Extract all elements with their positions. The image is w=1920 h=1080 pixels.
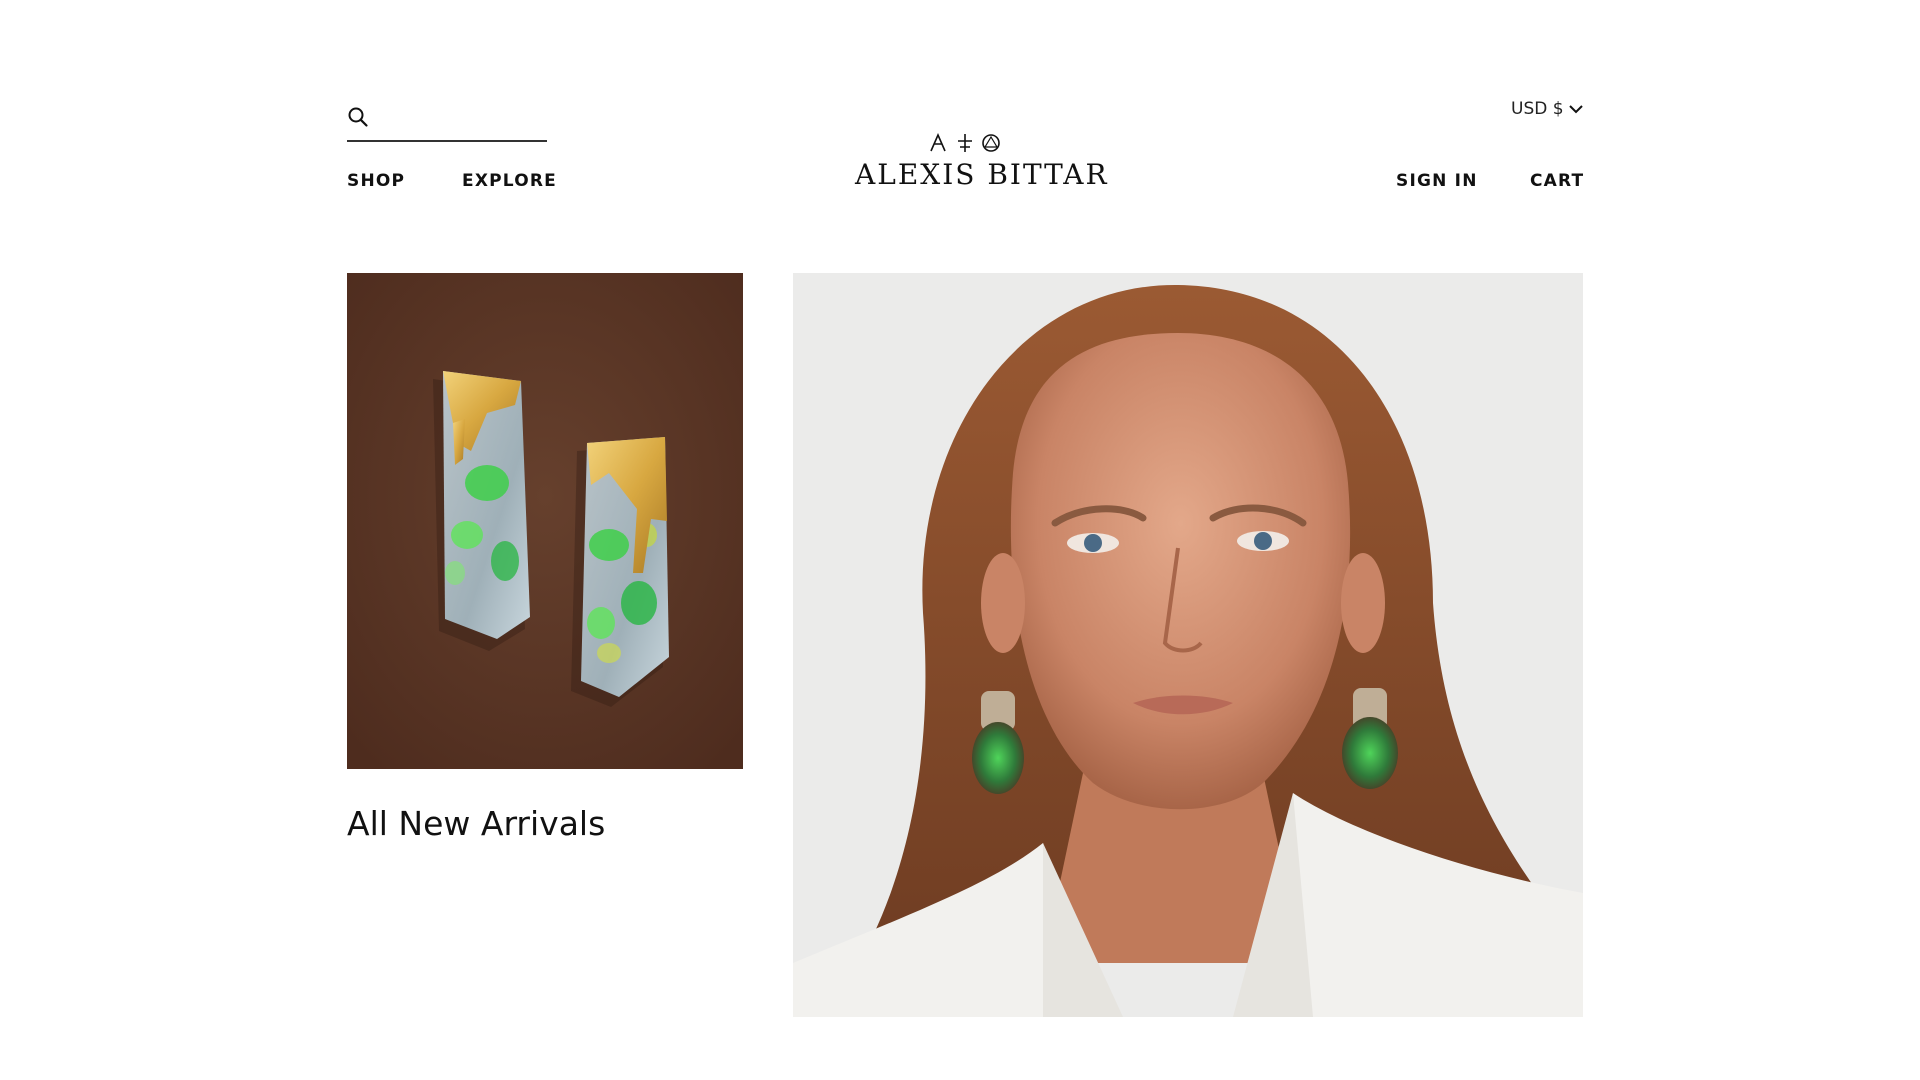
- nav-sign-in[interactable]: SIGN IN: [1396, 171, 1478, 191]
- currency-label: USD $: [1511, 99, 1564, 119]
- new-arrivals-title[interactable]: All New Arrivals: [347, 804, 605, 843]
- search-field[interactable]: [347, 104, 547, 142]
- new-arrivals-image[interactable]: [347, 273, 743, 769]
- model-portrait-photo: [793, 273, 1583, 1017]
- chevron-down-icon: [1568, 105, 1583, 114]
- nav-shop[interactable]: SHOP: [347, 171, 405, 191]
- logo-glyphs-icon: [930, 133, 1000, 152]
- search-input[interactable]: [381, 104, 545, 140]
- brand-logo[interactable]: ALEXIS BITTAR: [855, 132, 1109, 191]
- earrings-photo: [347, 273, 743, 769]
- search-icon[interactable]: [347, 106, 369, 128]
- currency-selector[interactable]: USD $: [1511, 99, 1584, 119]
- nav-explore[interactable]: EXPLORE: [462, 171, 557, 191]
- nav-cart[interactable]: CART: [1530, 171, 1584, 191]
- hero-image[interactable]: [793, 273, 1583, 1017]
- logo-wordmark: ALEXIS BITTAR: [855, 158, 1109, 191]
